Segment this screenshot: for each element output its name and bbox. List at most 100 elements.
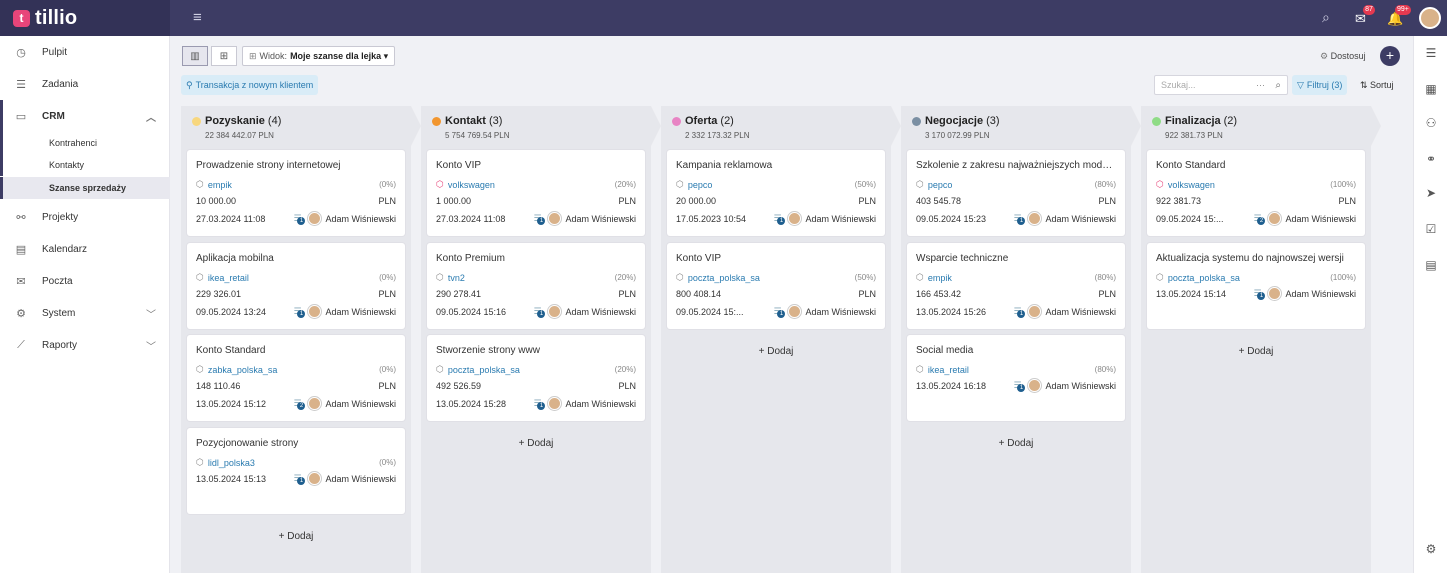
sidebar-subitem[interactable]: Kontrahenci bbox=[0, 132, 170, 154]
tasks-icon[interactable]: ☰1 bbox=[293, 473, 306, 485]
customize-button[interactable]: ⚙ Dostosuj bbox=[1320, 51, 1366, 62]
tasks-icon[interactable]: ☰1 bbox=[533, 213, 546, 225]
opportunity-card[interactable]: Wsparcie techniczne ⬡ empik (80%) 166 453.42… bbox=[907, 243, 1125, 329]
search-input[interactable]: Szukaj... ··· ⌕ bbox=[1154, 75, 1288, 95]
tasks-icon[interactable]: ☰1 bbox=[773, 213, 786, 225]
opportunity-card[interactable]: Konto VIP ⬡ volkswagen (20%) 1 000.00 PLN 27.0… bbox=[427, 150, 645, 236]
add-card-button[interactable]: + Dodaj bbox=[661, 346, 891, 357]
sidebar-item-pulpit[interactable]: ◷ Pulpit bbox=[0, 36, 170, 68]
opportunity-card[interactable]: Aktualizacja systemu do najnowszej wersj… bbox=[1147, 243, 1365, 329]
card-title[interactable]: Konto VIP bbox=[436, 160, 636, 171]
card-title[interactable]: Wsparcie techniczne bbox=[916, 253, 1116, 264]
card-title[interactable]: Konto Standard bbox=[1156, 160, 1356, 171]
card-title[interactable]: Konto Premium bbox=[436, 253, 636, 264]
card-owner[interactable]: ☰1 Adam Wiśniewski bbox=[533, 305, 636, 318]
card-owner[interactable]: ☰1 Adam Wiśniewski bbox=[293, 305, 396, 318]
card-title[interactable]: Pozycjonowanie strony bbox=[196, 438, 396, 449]
sort-button[interactable]: ⇅ Sortuj bbox=[1360, 80, 1394, 91]
add-card-button[interactable]: + Dodaj bbox=[1141, 346, 1371, 357]
tasks-icon[interactable]: ☰1 bbox=[1013, 213, 1026, 225]
add-card-button[interactable]: + Dodaj bbox=[181, 531, 411, 542]
sidebar-item-system[interactable]: ⚙ System ﹀ bbox=[0, 297, 170, 329]
kanban-view-button[interactable]: ▥ bbox=[182, 46, 208, 66]
card-company[interactable]: ⬡ pepco bbox=[916, 179, 952, 190]
search-icon[interactable]: ⌕ bbox=[1322, 9, 1330, 26]
card-company[interactable]: ⬡ volkswagen bbox=[436, 179, 495, 190]
card-owner[interactable]: ☰2 Adam Wiśniewski bbox=[1253, 212, 1356, 225]
tasks-icon[interactable]: ☰1 bbox=[1013, 380, 1026, 392]
sidebar-subitem[interactable]: Szanse sprzedaży bbox=[0, 177, 170, 199]
card-company[interactable]: ⬡ lidl_polska3 bbox=[196, 457, 255, 468]
card-company[interactable]: ⬡ ikea_retail bbox=[196, 272, 249, 283]
card-owner[interactable]: ☰1 Adam Wiśniewski bbox=[1013, 212, 1116, 225]
opportunity-card[interactable]: Konto VIP ⬡ poczta_polska_sa (50%) 800 408.1… bbox=[667, 243, 885, 329]
sidebar-item-raporty[interactable]: ⟋ Raporty ﹀ bbox=[0, 329, 170, 361]
card-title[interactable]: Social media bbox=[916, 345, 1116, 356]
sidebar-item-zadania[interactable]: ☰ Zadania bbox=[0, 68, 170, 100]
sidebar-item-projekty[interactable]: ⚯ Projekty bbox=[0, 201, 170, 233]
new-client-transaction-button[interactable]: ⚲ Transakcja z nowym klientem bbox=[181, 75, 319, 95]
card-company[interactable]: ⬡ volkswagen bbox=[1156, 179, 1215, 190]
card-company[interactable]: ⬡ tvn2 bbox=[436, 272, 465, 283]
add-card-button[interactable]: + Dodaj bbox=[421, 438, 651, 449]
opportunity-card[interactable]: Kampania reklamowa ⬡ pepco (50%) 20 000.00 PL… bbox=[667, 150, 885, 236]
card-owner[interactable]: ☰1 Adam Wiśniewski bbox=[1013, 379, 1116, 392]
tasks-icon[interactable]: ☰1 bbox=[773, 306, 786, 318]
more-icon[interactable]: ··· bbox=[1256, 80, 1265, 90]
opportunity-card[interactable]: Pozycjonowanie strony ⬡ lidl_polska3 (0%) 13… bbox=[187, 428, 405, 514]
sidebar-item-kalendarz[interactable]: ▤ Kalendarz bbox=[0, 233, 170, 265]
calendar-icon[interactable]: ▤ bbox=[1424, 258, 1438, 272]
card-company[interactable]: ⬡ pepco bbox=[676, 179, 712, 190]
tasks-icon[interactable]: ☰1 bbox=[533, 398, 546, 410]
card-company[interactable]: ⬡ zabka_polska_sa bbox=[196, 364, 277, 375]
card-company[interactable]: ⬡ empik bbox=[916, 272, 952, 283]
chevron-down-icon[interactable]: ﹀ bbox=[146, 338, 156, 353]
card-owner[interactable]: ☰1 Adam Wiśniewski bbox=[293, 212, 396, 225]
card-company[interactable]: ⬡ ikea_retail bbox=[916, 364, 969, 375]
chat-check-icon[interactable]: ☑ bbox=[1424, 222, 1438, 236]
opportunity-card[interactable]: Konto Standard ⬡ volkswagen (100%) 922 381.7… bbox=[1147, 150, 1365, 236]
filter-button[interactable]: ▽ Filtruj (3) bbox=[1292, 75, 1348, 95]
add-button[interactable]: + bbox=[1380, 46, 1400, 66]
card-owner[interactable]: ☰1 Adam Wiśniewski bbox=[773, 305, 876, 318]
hamburger-icon[interactable]: ≡ bbox=[193, 9, 202, 26]
card-owner[interactable]: ☰1 Adam Wiśniewski bbox=[533, 212, 636, 225]
opportunity-card[interactable]: Szkolenie z zakresu najważniejszych modu… bbox=[907, 150, 1125, 236]
tasks-icon[interactable]: ☰2 bbox=[293, 398, 306, 410]
handshake-icon[interactable]: ⚭ bbox=[1424, 152, 1438, 166]
card-owner[interactable]: ☰1 Adam Wiśniewski bbox=[1253, 287, 1356, 300]
opportunity-card[interactable]: Aplikacja mobilna ⬡ ikea_retail (0%) 229 326… bbox=[187, 243, 405, 329]
add-card-button[interactable]: + Dodaj bbox=[901, 438, 1131, 449]
tasks-icon[interactable]: ☰1 bbox=[533, 306, 546, 318]
people-icon[interactable]: ⚇ bbox=[1424, 116, 1438, 130]
search-icon[interactable]: ⌕ bbox=[1275, 80, 1281, 91]
card-title[interactable]: Prowadzenie strony internetowej bbox=[196, 160, 396, 171]
card-title[interactable]: Kampania reklamowa bbox=[676, 160, 876, 171]
opportunity-card[interactable]: Konto Standard ⬡ zabka_polska_sa (0%) 148 11… bbox=[187, 335, 405, 421]
card-company[interactable]: ⬡ poczta_polska_sa bbox=[436, 364, 520, 375]
card-title[interactable]: Konto VIP bbox=[676, 253, 876, 264]
opportunity-card[interactable]: Prowadzenie strony internetowej ⬡ empik (0%… bbox=[187, 150, 405, 236]
tasks-icon[interactable]: ☰2 bbox=[1253, 213, 1266, 225]
card-company[interactable]: ⬡ empik bbox=[196, 179, 232, 190]
sidebar-subitem[interactable]: Kontakty bbox=[0, 154, 170, 176]
card-owner[interactable]: ☰1 Adam Wiśniewski bbox=[293, 472, 396, 485]
sidebar-item-poczta[interactable]: ✉ Poczta bbox=[0, 265, 170, 297]
card-owner[interactable]: ☰1 Adam Wiśniewski bbox=[1013, 305, 1116, 318]
settings-icon[interactable]: ⚙ bbox=[1424, 542, 1438, 556]
card-title[interactable]: Szkolenie z zakresu najważniejszych modu… bbox=[916, 160, 1116, 171]
chevron-down-icon[interactable]: ﹀ bbox=[146, 306, 156, 321]
tasks-icon[interactable]: ☰1 bbox=[1253, 288, 1266, 300]
logo[interactable]: t tillio bbox=[0, 0, 170, 36]
tasks-icon[interactable]: ☰1 bbox=[1013, 306, 1026, 318]
opportunity-card[interactable]: Stworzenie strony www ⬡ poczta_polska_sa (2… bbox=[427, 335, 645, 421]
view-selector[interactable]: ⊞ Widok: Moje szanse dla lejka ▾ bbox=[242, 46, 396, 66]
card-title[interactable]: Konto Standard bbox=[196, 345, 396, 356]
card-title[interactable]: Stworzenie strony www bbox=[436, 345, 636, 356]
opportunity-card[interactable]: Social media ⬡ ikea_retail (80%) 13.05.2024 … bbox=[907, 335, 1125, 421]
card-company[interactable]: ⬡ poczta_polska_sa bbox=[676, 272, 760, 283]
card-owner[interactable]: ☰1 Adam Wiśniewski bbox=[533, 397, 636, 410]
card-company[interactable]: ⬡ poczta_polska_sa bbox=[1156, 272, 1240, 283]
opportunity-card[interactable]: Konto Premium ⬡ tvn2 (20%) 290 278.41 PLN 09.0… bbox=[427, 243, 645, 329]
tasks-icon[interactable]: ☰1 bbox=[293, 213, 306, 225]
